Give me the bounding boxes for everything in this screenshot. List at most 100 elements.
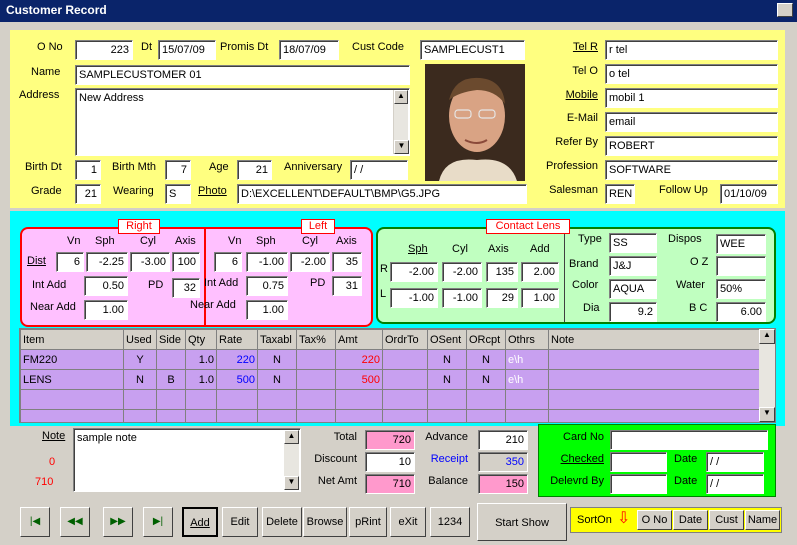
next-record-button[interactable]: ▶▶ <box>103 507 133 537</box>
col-qty[interactable]: Qty <box>185 329 217 350</box>
delete-button[interactable]: Delete <box>262 507 302 537</box>
cell-used[interactable]: N <box>123 369 157 390</box>
cl-r-sph[interactable]: -2.00 <box>390 262 438 282</box>
cl-r-cyl[interactable]: -2.00 <box>442 262 482 282</box>
discount-field[interactable]: 10 <box>365 452 415 472</box>
cell-side[interactable]: B <box>156 369 186 390</box>
cl-brand[interactable]: J&J <box>609 256 657 276</box>
col-side[interactable]: Side <box>156 329 186 350</box>
mobile-field[interactable]: mobil 1 <box>605 88 778 108</box>
photo-path-field[interactable]: D:\EXCELLENT\DEFAULT\BMP\G5.JPG <box>237 184 527 204</box>
follow-field[interactable]: 01/10/09 <box>720 184 778 204</box>
start-show-button[interactable]: Start Show <box>477 503 567 541</box>
receipt-label[interactable]: Receipt <box>418 453 468 465</box>
close-button[interactable] <box>777 3 793 17</box>
cardno-field[interactable] <box>610 430 768 450</box>
left-nearadd[interactable]: 1.00 <box>246 300 288 320</box>
cl-bc[interactable]: 6.00 <box>716 302 766 322</box>
last-record-button[interactable]: ▶| <box>143 507 173 537</box>
cl-r-add[interactable]: 2.00 <box>521 262 559 282</box>
cell-qty[interactable]: 1.0 <box>185 349 217 370</box>
col-taxabl[interactable]: Taxabl <box>257 329 297 350</box>
cust-code-field[interactable]: SAMPLECUST1 <box>420 40 525 60</box>
scroll-down-icon[interactable]: ▼ <box>759 407 775 422</box>
age-field[interactable]: 21 <box>237 160 272 180</box>
cl-type[interactable]: SS <box>609 233 657 253</box>
cell-used[interactable]: Y <box>123 349 157 370</box>
wearing-field[interactable]: S <box>165 184 191 204</box>
table-row[interactable] <box>20 409 760 422</box>
tel-r-label[interactable]: Tel R <box>540 41 598 53</box>
cl-water[interactable]: 50% <box>716 279 766 299</box>
col-note[interactable]: Note <box>548 329 760 350</box>
delevrd-field[interactable] <box>610 474 667 494</box>
balance-field[interactable]: 150 <box>478 474 528 494</box>
cell-rate[interactable]: 500 <box>216 369 258 390</box>
items-grid[interactable]: Item Used Side Qty Rate Taxabl Tax% Amt … <box>19 328 776 423</box>
dt-field[interactable]: 15/07/09 <box>158 40 216 60</box>
cl-l-sph[interactable]: -1.00 <box>390 288 438 308</box>
tel-o-field[interactable]: o tel <box>605 64 778 84</box>
cell-osent[interactable]: N <box>427 349 467 370</box>
cell-amt[interactable]: 220 <box>335 349 383 370</box>
col-osent[interactable]: OSent <box>427 329 467 350</box>
photo-label[interactable]: Photo <box>198 185 227 197</box>
cell-taxabl[interactable]: N <box>257 369 297 390</box>
name-field[interactable]: SAMPLECUSTOMER 01 <box>75 65 410 85</box>
cell-ordrto[interactable] <box>382 369 428 390</box>
birth-dt-field[interactable]: 1 <box>75 160 101 180</box>
scroll-up-icon[interactable]: ▲ <box>284 430 299 444</box>
cell-qty[interactable]: 1.0 <box>185 369 217 390</box>
salesman-field[interactable]: REN <box>605 184 635 204</box>
cell-othrs[interactable]: e\h <box>505 369 549 390</box>
email-field[interactable]: email <box>605 112 778 132</box>
cl-dia[interactable]: 9.2 <box>609 302 657 322</box>
cell-orcpt[interactable]: N <box>466 369 506 390</box>
n1234-button[interactable]: 1234 <box>430 507 470 537</box>
cell-taxpct[interactable] <box>296 369 336 390</box>
browse-button[interactable]: Browse <box>303 507 347 537</box>
cell-ordrto[interactable] <box>382 349 428 370</box>
note-field[interactable]: sample note <box>73 428 301 492</box>
tel-r-field[interactable]: r tel <box>605 40 778 60</box>
scroll-down-icon[interactable]: ▼ <box>394 140 409 154</box>
cell-rate[interactable]: 220 <box>216 349 258 370</box>
sort-name-button[interactable]: Name <box>745 510 780 530</box>
promis-field[interactable]: 18/07/09 <box>279 40 339 60</box>
col-amt[interactable]: Amt <box>335 329 383 350</box>
col-item[interactable]: Item <box>20 329 124 350</box>
profession-field[interactable]: SOFTWARE <box>605 160 778 180</box>
cell-item[interactable]: LENS <box>20 369 124 390</box>
col-rate[interactable]: Rate <box>216 329 258 350</box>
left-pd[interactable]: 31 <box>332 276 362 296</box>
cell-osent[interactable]: N <box>427 369 467 390</box>
cell-taxabl[interactable]: N <box>257 349 297 370</box>
table-row[interactable] <box>20 389 760 410</box>
right-intadd[interactable]: 0.50 <box>84 276 128 296</box>
refer-field[interactable]: ROBERT <box>605 136 778 156</box>
col-taxpct[interactable]: Tax% <box>296 329 336 350</box>
cell-note[interactable] <box>548 369 760 390</box>
col-orcpt[interactable]: ORcpt <box>466 329 506 350</box>
ono-field[interactable]: 223 <box>75 40 133 60</box>
cell-item[interactable]: FM220 <box>20 349 124 370</box>
birth-mth-field[interactable]: 7 <box>165 160 191 180</box>
netamt-field[interactable]: 710 <box>365 474 415 494</box>
anniversary-field[interactable]: / / <box>350 160 408 180</box>
checked-date-field[interactable]: / / <box>706 452 764 472</box>
dist-label[interactable]: Dist <box>27 255 46 267</box>
cell-taxpct[interactable] <box>296 349 336 370</box>
delevrd-date-field[interactable]: / / <box>706 474 764 494</box>
cl-l-axis[interactable]: 29 <box>486 288 518 308</box>
left-intadd[interactable]: 0.75 <box>246 276 288 296</box>
right-pd[interactable]: 32 <box>172 278 200 298</box>
col-used[interactable]: Used <box>123 329 157 350</box>
right-vn[interactable]: 6 <box>56 252 84 272</box>
right-cyl[interactable]: -3.00 <box>130 252 170 272</box>
note-label[interactable]: Note <box>42 430 65 442</box>
cell-side[interactable] <box>156 349 186 370</box>
cl-dispos[interactable]: WEE <box>716 234 766 254</box>
edit-button[interactable]: Edit <box>222 507 258 537</box>
col-othrs[interactable]: Othrs <box>505 329 549 350</box>
left-cyl[interactable]: -2.00 <box>290 252 330 272</box>
